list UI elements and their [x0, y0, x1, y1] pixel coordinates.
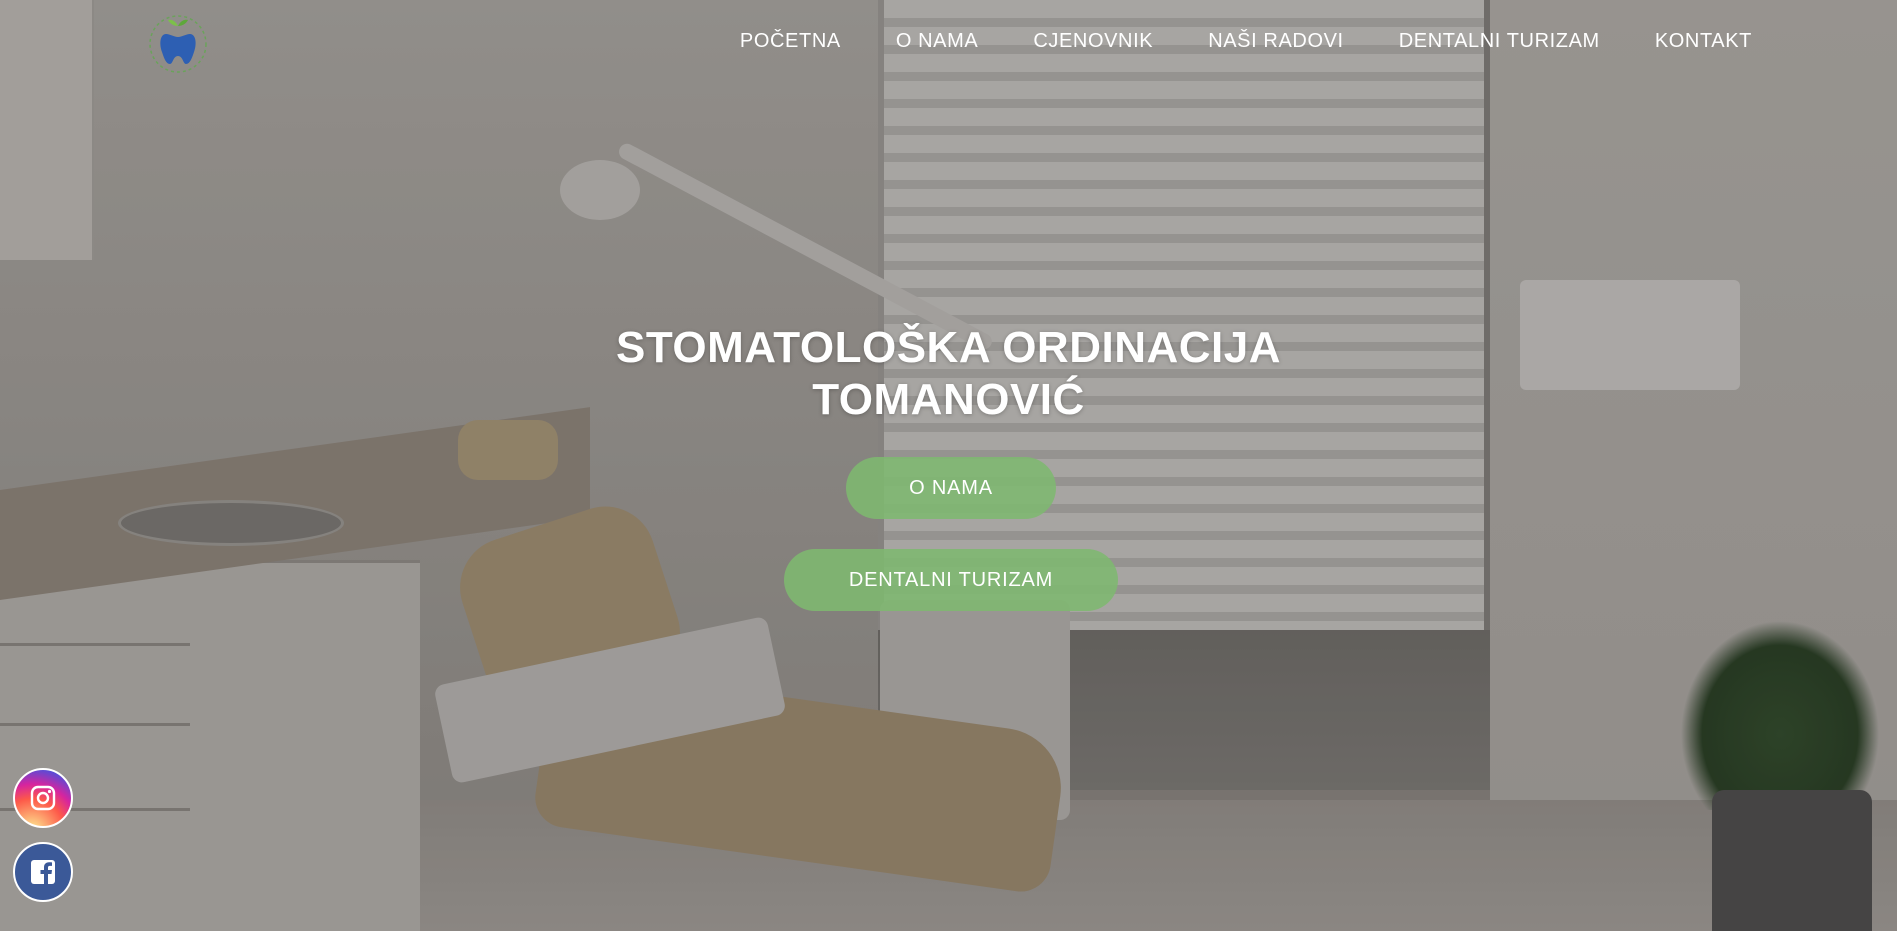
- site-logo[interactable]: [146, 12, 210, 76]
- nav-item-pocetna[interactable]: POČETNA: [740, 30, 841, 53]
- nav-item-cjenovnik[interactable]: CJENOVNIK: [1033, 30, 1153, 53]
- hero-title: STOMATOLOŠKA ORDINACIJA TOMANOVIĆ: [0, 322, 1897, 426]
- page: POČETNA O NAMA CJENOVNIK NAŠI RADOVI DEN…: [0, 0, 1897, 931]
- instagram-link[interactable]: [13, 768, 73, 828]
- nav-item-kontakt[interactable]: KONTAKT: [1655, 30, 1752, 53]
- tooth-apple-logo-icon: [149, 15, 207, 73]
- nav-item-nasi-radovi[interactable]: NAŠI RADOVI: [1208, 30, 1344, 53]
- facebook-link[interactable]: [13, 842, 73, 902]
- dental-tourism-button[interactable]: DENTALNI TURIZAM: [784, 549, 1118, 611]
- nav-item-o-nama[interactable]: O NAMA: [896, 30, 979, 53]
- hero-title-line-2: TOMANOVIĆ: [812, 375, 1085, 424]
- instagram-icon: [30, 785, 56, 811]
- hero-title-line-1: STOMATOLOŠKA ORDINACIJA: [615, 323, 1281, 372]
- nav-item-dentalni-turizam[interactable]: DENTALNI TURIZAM: [1399, 30, 1600, 53]
- facebook-icon: [31, 860, 55, 884]
- about-button[interactable]: O NAMA: [846, 457, 1056, 519]
- main-navigation: POČETNA O NAMA CJENOVNIK NAŠI RADOVI DEN…: [685, 30, 1752, 53]
